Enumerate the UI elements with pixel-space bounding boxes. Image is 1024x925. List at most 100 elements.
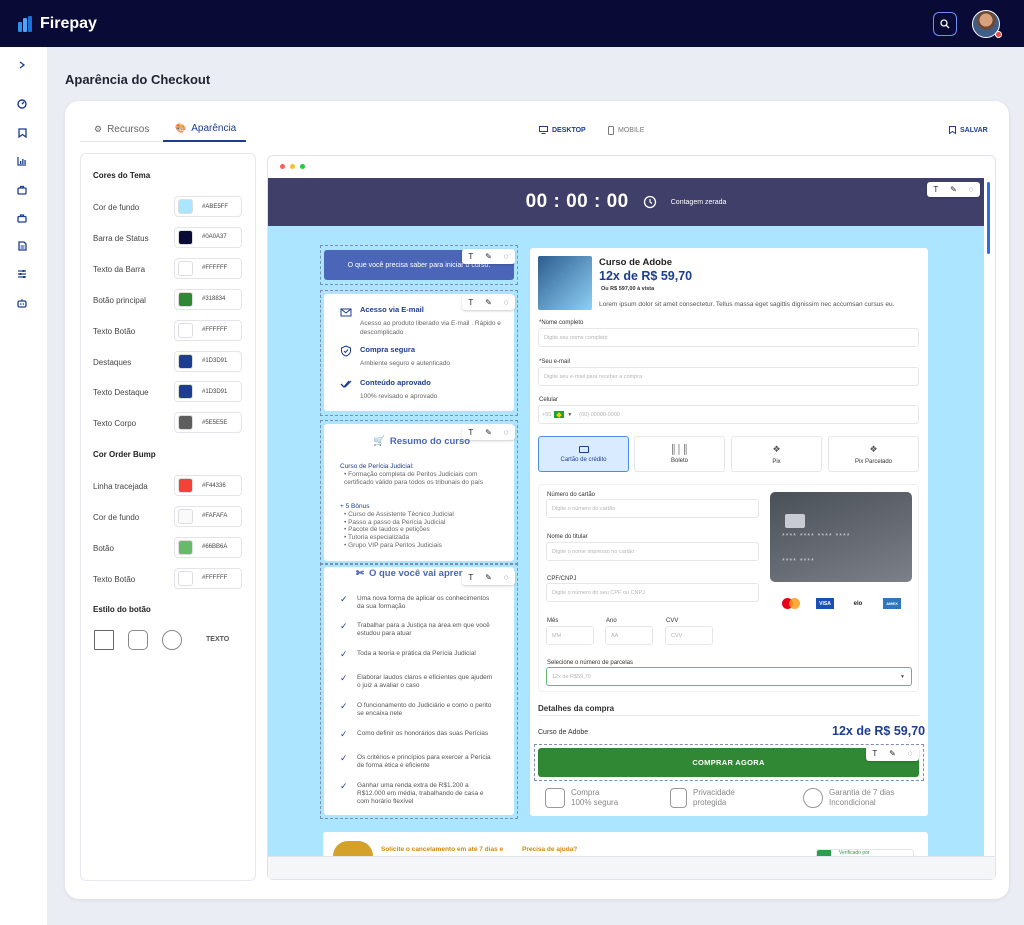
color-field[interactable]: #5E5E5E xyxy=(174,412,242,434)
logo[interactable]: Firepay xyxy=(18,15,97,33)
color-swatch[interactable] xyxy=(178,508,193,524)
payment-tab-pix[interactable]: ❖ Pix xyxy=(731,436,822,472)
button-style-circle[interactable] xyxy=(162,630,182,650)
color-field[interactable]: #66BB6A xyxy=(174,536,242,558)
color-field[interactable]: #FFFFFF xyxy=(174,257,242,279)
chevron-right-icon[interactable] xyxy=(16,59,28,71)
eye-off-icon[interactable]: ◌ xyxy=(500,428,512,437)
tab-recursos[interactable]: ⚙ Recursos xyxy=(94,117,164,142)
robot-icon[interactable] xyxy=(16,297,28,309)
tab-bar: ⚙ Recursos 🎨 Aparência xyxy=(80,117,246,142)
dashboard-icon[interactable] xyxy=(16,98,28,110)
countdown-label: Contagem zerada xyxy=(670,198,727,206)
pencil-icon[interactable]: ✎ xyxy=(482,298,494,307)
name-input[interactable]: Digite seu nome completo xyxy=(538,328,919,347)
phone-input[interactable]: +55 ▼ (00) 00000-0000 xyxy=(538,405,919,424)
color-row-label: Cor de fundo xyxy=(93,512,140,522)
search-button[interactable] xyxy=(933,12,957,36)
text-icon[interactable]: T xyxy=(930,185,942,194)
eye-off-icon[interactable]: ◌ xyxy=(965,185,977,194)
color-row-label: Destaques xyxy=(93,357,132,367)
month-input[interactable]: MM xyxy=(546,626,594,645)
purchase-total: 12x de R$ 59,70 xyxy=(832,724,926,738)
cvv-input[interactable]: CVV xyxy=(665,626,713,645)
card-number-input[interactable]: Digite o número do cartão xyxy=(546,499,759,518)
color-row-label: Cor de fundo xyxy=(93,203,140,212)
payment-tab-pix-installments[interactable]: ❖ Pix Parcelado xyxy=(828,436,919,472)
briefcase-icon[interactable] xyxy=(16,184,28,196)
preview-scrollbar[interactable] xyxy=(987,182,990,254)
document-input[interactable]: Digite o número do seu CPF ou CNPJ xyxy=(546,583,759,602)
color-field[interactable]: #1D3D91 xyxy=(174,350,242,372)
learn-item: Como definir os honorários das suas Perí… xyxy=(357,730,489,737)
pencil-icon[interactable]: ✎ xyxy=(947,185,959,194)
email-input[interactable]: Digite seu e-mail para receber a compra xyxy=(538,367,919,386)
tab-aparencia[interactable]: 🎨 Aparência xyxy=(163,117,246,142)
color-swatch[interactable] xyxy=(178,199,193,214)
bookmark-icon[interactable] xyxy=(16,127,28,139)
pix-icon: ❖ xyxy=(772,443,781,454)
document-label: CPF/CNPJ xyxy=(547,576,577,582)
text-icon[interactable]: T xyxy=(465,252,477,261)
learn-item: Toda a teoria e prática da Perícia Judic… xyxy=(357,650,476,657)
color-field[interactable]: #FFFFFF xyxy=(174,319,242,341)
color-field[interactable]: #1D3D91 xyxy=(174,381,242,403)
payment-tab-credit-card[interactable]: Cartão de crédito xyxy=(538,436,629,472)
save-button[interactable]: SALVAR xyxy=(949,126,988,134)
color-field[interactable]: #FAFAFA xyxy=(174,505,242,527)
color-hex-value: #1D3D91 xyxy=(202,358,228,364)
check-icon: ✓ xyxy=(340,621,348,631)
pencil-icon[interactable]: ✎ xyxy=(886,749,898,758)
intro-edit-controls: T ✎ ◌ xyxy=(462,249,515,264)
color-field[interactable]: #318834 xyxy=(174,288,242,310)
color-swatch[interactable] xyxy=(178,415,193,431)
color-swatch[interactable] xyxy=(178,353,193,369)
color-swatch[interactable] xyxy=(178,570,193,586)
bag-icon[interactable] xyxy=(16,212,28,224)
color-field[interactable]: #0A0A37 xyxy=(174,226,242,248)
eye-off-icon[interactable]: ◌ xyxy=(904,749,916,758)
color-hex-value: #0A0A37 xyxy=(202,234,227,241)
color-field[interactable]: #ABE5FF xyxy=(174,196,242,217)
color-hex-value: #ABE5FF xyxy=(202,203,229,210)
clock-reset-icon xyxy=(643,195,656,209)
text-icon[interactable]: T xyxy=(465,573,477,582)
document-icon[interactable] xyxy=(16,240,28,252)
payment-tab-boleto[interactable]: ║│║ Boleto xyxy=(634,436,725,472)
button-style-square[interactable] xyxy=(94,630,114,650)
button-style-text[interactable]: TEXTO xyxy=(206,636,229,643)
text-icon[interactable]: T xyxy=(869,749,881,758)
sliders-icon[interactable] xyxy=(16,268,28,280)
countdown-bar[interactable]: 00 : 00 : 00 Contagem zerada xyxy=(268,178,984,226)
sidebar xyxy=(0,47,47,925)
pencil-icon[interactable]: ✎ xyxy=(482,428,494,437)
credit-card-icon xyxy=(578,445,589,453)
year-input[interactable]: AA xyxy=(605,626,653,645)
color-swatch[interactable] xyxy=(178,478,193,493)
text-icon[interactable]: T xyxy=(465,298,477,307)
eye-off-icon[interactable]: ◌ xyxy=(500,252,512,261)
card-holder-input[interactable]: Digite o nome impresso no cartão xyxy=(546,542,759,561)
check-icon: ✓ xyxy=(340,781,348,791)
eye-off-icon[interactable]: ◌ xyxy=(500,298,512,307)
color-field[interactable]: #F44336 xyxy=(174,475,242,496)
color-swatch[interactable] xyxy=(178,322,193,338)
color-field[interactable]: #FFFFFF xyxy=(174,567,242,589)
bonus-item: • Curso de Assistente Técnico Judicial xyxy=(344,511,454,518)
button-style-rounded[interactable] xyxy=(128,630,148,650)
installments-select[interactable]: 12x de R$59,70 ▼ xyxy=(546,667,912,686)
chart-icon[interactable] xyxy=(16,155,28,167)
desktop-view-toggle[interactable]: DESKTOP xyxy=(539,126,586,134)
color-swatch[interactable] xyxy=(178,291,193,307)
pencil-icon[interactable]: ✎ xyxy=(482,252,494,261)
color-swatch[interactable] xyxy=(178,384,193,400)
color-swatch[interactable] xyxy=(178,260,193,276)
buy-now-button[interactable]: COMPRAR AGORA xyxy=(538,748,919,777)
pencil-icon[interactable]: ✎ xyxy=(482,573,494,582)
eye-off-icon[interactable]: ◌ xyxy=(500,573,512,582)
footer-help-text[interactable]: Precisa de ajuda? xyxy=(522,846,577,853)
color-swatch[interactable] xyxy=(178,229,193,245)
mobile-view-toggle[interactable]: MOBILE xyxy=(608,126,644,135)
color-swatch[interactable] xyxy=(178,539,193,555)
product-name: Curso de Adobe xyxy=(599,257,673,268)
